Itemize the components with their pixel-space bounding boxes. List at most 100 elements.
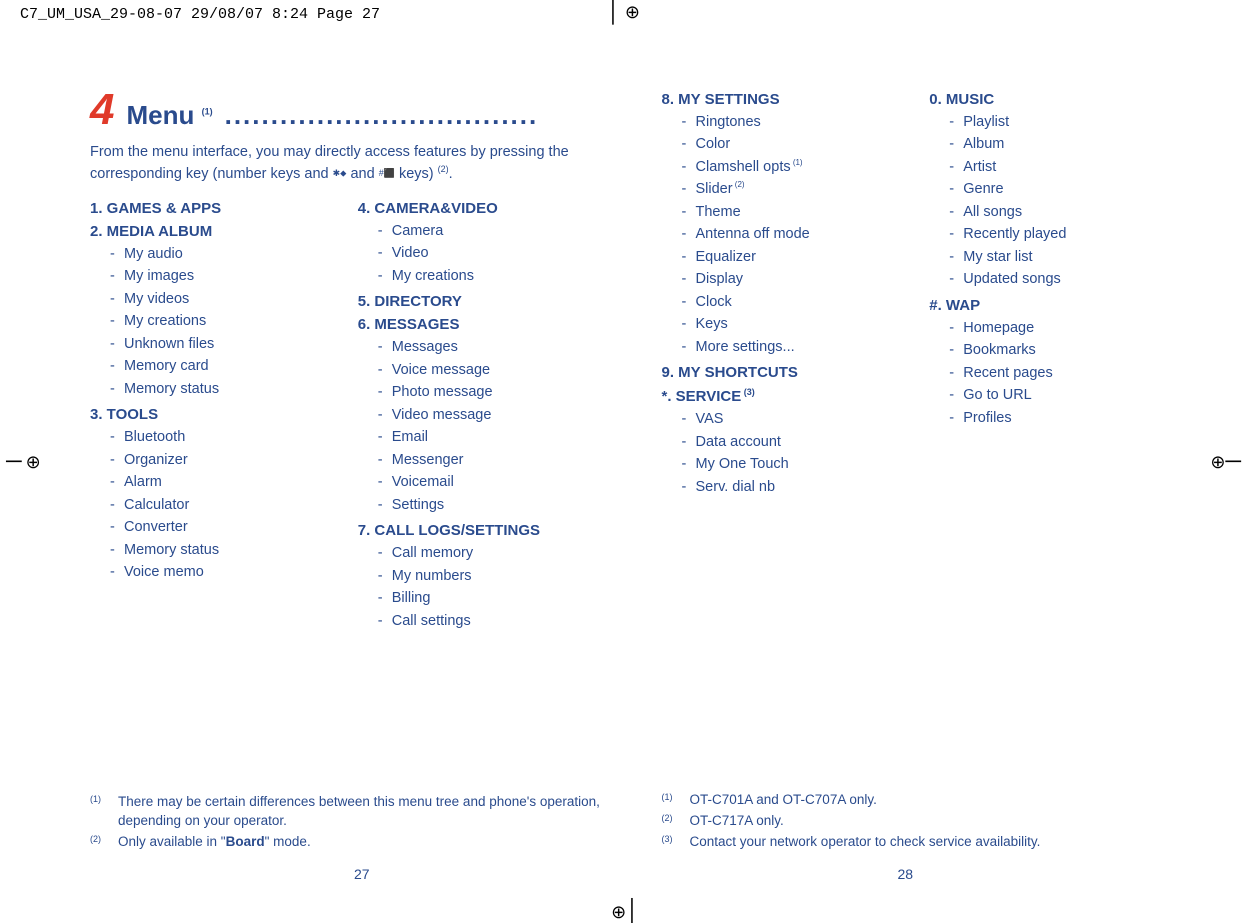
star-key-icon: ✱⬥: [333, 167, 347, 179]
menu-item: Settings: [378, 494, 606, 516]
menu-item: Converter: [110, 516, 338, 538]
menu-item-list: My audioMy imagesMy videosMy creationsUn…: [110, 243, 338, 400]
menu-item: Photo message: [378, 381, 606, 403]
menu-item: Bluetooth: [110, 426, 338, 448]
menu-item-list: PlaylistAlbumArtistGenreAll songsRecentl…: [949, 111, 1177, 291]
footnote: (1) OT-C701A and OT-C707A only.: [662, 791, 1178, 810]
menu-item: Video message: [378, 404, 606, 426]
right-page-col-2: 0. MUSIC PlaylistAlbumArtistGenreAll song…: [929, 85, 1177, 882]
menu-item: Unknown files: [110, 333, 338, 355]
menu-item: Call memory: [378, 542, 606, 564]
menu-item: My star list: [949, 246, 1177, 268]
left-page-col-2: 4. CAMERA&VIDEOCameraVideoMy creations5.…: [358, 194, 606, 882]
print-header-text: C7_UM_USA_29-08-07 29/08/07 8:24 Page 27: [20, 6, 380, 23]
menu-item: Voice memo: [110, 561, 338, 583]
menu-section-title: 6. MESSAGES: [358, 316, 606, 333]
footnote: (3) Contact your network operator to chec…: [662, 833, 1178, 852]
footnote-mark: (1): [662, 791, 676, 810]
menu-section-title: 8. MY SETTINGS: [662, 91, 910, 108]
menu-section-title: 0. MUSIC: [929, 91, 1177, 108]
menu-item-list: HomepageBookmarksRecent pagesGo to URLPr…: [949, 317, 1177, 429]
menu-item: Camera: [378, 220, 606, 242]
footnote: (2) OT-C717A only.: [662, 812, 1178, 831]
menu-item: Call settings: [378, 610, 606, 632]
menu-section-title: 7. CALL LOGS/SETTINGS: [358, 522, 606, 539]
menu-item: Billing: [378, 587, 606, 609]
menu-item: Go to URL: [949, 384, 1177, 406]
menu-section-title: 2. MEDIA ALBUM: [90, 223, 338, 240]
menu-item: My creations: [378, 265, 606, 287]
menu-item: Messages: [378, 336, 606, 358]
footnote-text: Contact your network operator to check s…: [690, 833, 1041, 852]
menu-item-list: VASData accountMy One TouchServ. dial nb: [682, 408, 910, 498]
footnote-mark: (2): [90, 833, 104, 852]
footnote-text: Only available in "Board" mode.: [118, 833, 311, 852]
menu-item: My creations: [110, 310, 338, 332]
menu-item: Artist: [949, 156, 1177, 178]
menu-item: All songs: [949, 201, 1177, 223]
page-right: 8. MY SETTINGSRingtonesColorClamshell op…: [634, 85, 1178, 882]
menu-item: Alarm: [110, 471, 338, 493]
footnote-mark: (2): [662, 812, 676, 831]
menu-item-list: Call memoryMy numbersBillingCall setting…: [378, 542, 606, 632]
menu-item: Recent pages: [949, 362, 1177, 384]
crop-mark-left-icon: ─: [6, 450, 41, 472]
menu-item: Slider (2): [682, 178, 910, 200]
menu-item: Voice message: [378, 359, 606, 381]
menu-item: My numbers: [378, 565, 606, 587]
hash-key-icon: #⬛: [379, 167, 395, 179]
menu-item: Clamshell opts (1): [682, 156, 910, 178]
menu-item: Data account: [682, 431, 910, 453]
menu-item: My images: [110, 265, 338, 287]
footnote-text: OT-C717A only.: [690, 812, 784, 831]
menu-item: Email: [378, 426, 606, 448]
menu-item: Theme: [682, 201, 910, 223]
menu-item: Display: [682, 268, 910, 290]
chapter-title: Menu (1): [126, 100, 212, 131]
crop-mark-top-icon: │: [607, 0, 640, 22]
menu-item: Calculator: [110, 494, 338, 516]
right-page-columns: 8. MY SETTINGSRingtonesColorClamshell op…: [662, 85, 1178, 882]
menu-section-title: 9. MY SHORTCUTS: [662, 364, 910, 381]
intro-text: From the menu interface, you may directl…: [90, 143, 606, 184]
left-page-col-1: 1. GAMES & APPS2. MEDIA ALBUMMy audioMy …: [90, 194, 338, 882]
page-left: 4 Menu (1) .............................…: [90, 85, 634, 882]
menu-item: My videos: [110, 288, 338, 310]
menu-item: Genre: [949, 178, 1177, 200]
menu-item: My audio: [110, 243, 338, 265]
chapter-number: 4: [90, 85, 114, 135]
menu-item: Bookmarks: [949, 339, 1177, 361]
footnotes-right: (1) OT-C701A and OT-C707A only. (2) OT-C717…: [662, 791, 1178, 854]
menu-item: Updated songs: [949, 268, 1177, 290]
menu-item: Antenna off mode: [682, 223, 910, 245]
menu-section-title: *. SERVICE (3): [662, 387, 910, 405]
page-number-left: 27: [354, 866, 370, 882]
menu-section-title: #. WAP: [929, 297, 1177, 314]
chapter-dots: ..................................: [225, 100, 606, 131]
footnote-mark: (1): [90, 793, 104, 831]
footnote-text: OT-C701A and OT-C707A only.: [690, 791, 877, 810]
crop-mark-bottom-icon: │: [607, 900, 640, 922]
menu-item: VAS: [682, 408, 910, 430]
menu-item: Serv. dial nb: [682, 476, 910, 498]
menu-item-list: CameraVideoMy creations: [378, 220, 606, 287]
menu-item: Album: [949, 133, 1177, 155]
menu-item-list: BluetoothOrganizerAlarmCalculatorConvert…: [110, 426, 338, 583]
menu-item: Recently played: [949, 223, 1177, 245]
left-page-columns: 1. GAMES & APPS2. MEDIA ALBUMMy audioMy …: [90, 194, 606, 882]
menu-item-list: MessagesVoice messagePhoto messageVideo …: [378, 336, 606, 516]
footnote: (2) Only available in "Board" mode.: [90, 833, 606, 852]
menu-item: Organizer: [110, 449, 338, 471]
menu-section-title: 5. DIRECTORY: [358, 293, 606, 310]
right-page-col-1: 8. MY SETTINGSRingtonesColorClamshell op…: [662, 85, 910, 882]
menu-item: Memory card: [110, 355, 338, 377]
menu-item: Voicemail: [378, 471, 606, 493]
footnote-mark: (3): [662, 833, 676, 852]
menu-item: Ringtones: [682, 111, 910, 133]
menu-item: Keys: [682, 313, 910, 335]
menu-item: Clock: [682, 291, 910, 313]
chapter-heading: 4 Menu (1) .............................…: [90, 85, 606, 135]
footnote-text: There may be certain differences between…: [118, 793, 606, 831]
menu-section-title: 3. TOOLS: [90, 406, 338, 423]
menu-item: Playlist: [949, 111, 1177, 133]
